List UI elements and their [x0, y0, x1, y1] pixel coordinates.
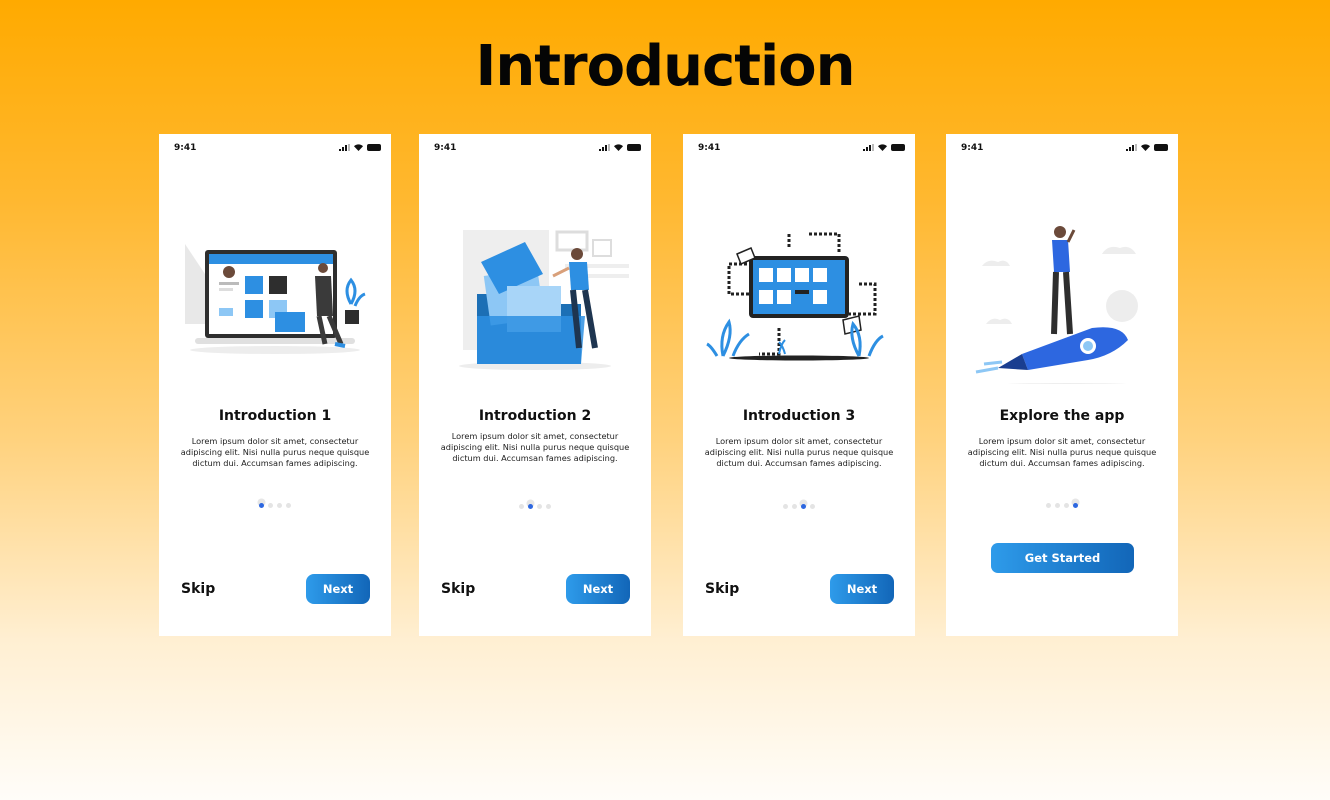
battery-icon — [367, 144, 381, 151]
page-dot — [1055, 503, 1060, 508]
phone-screen-intro-3: 9:41 Introduction 3 Lorem ipsum dolor si… — [683, 134, 915, 636]
next-button[interactable]: Next — [830, 574, 894, 604]
phone-screen-intro-1: 9:41 Introduction 1 Lorem ipsum dolor si… — [159, 134, 391, 636]
battery-icon — [1154, 144, 1168, 151]
screen-description: Lorem ipsum dolor sit amet, consectetur … — [180, 436, 370, 468]
page-indicator — [159, 503, 391, 508]
phone-screen-intro-2: 9:41 Introduction 2 Lorem ipsum dolor si… — [419, 134, 651, 636]
screen-description: Lorem ipsum dolor sit amet, consectetur … — [440, 431, 630, 463]
signal-icon — [863, 144, 874, 151]
page-dot — [537, 504, 542, 509]
status-bar: 9:41 — [683, 134, 915, 162]
next-button[interactable]: Next — [566, 574, 630, 604]
page-dot — [783, 504, 788, 509]
wifi-icon — [1141, 144, 1150, 151]
page-dot — [1046, 503, 1051, 508]
status-time: 9:41 — [698, 143, 721, 153]
wifi-icon — [614, 144, 623, 151]
screen-title: Introduction 1 — [218, 408, 332, 424]
page-indicator — [683, 504, 915, 509]
screen-title: Introduction 3 — [742, 408, 856, 424]
battery-icon — [627, 144, 641, 151]
wifi-icon — [354, 144, 363, 151]
status-bar: 9:41 — [946, 134, 1178, 162]
screen-description: Lorem ipsum dolor sit amet, consectetur … — [704, 436, 894, 468]
signal-icon — [599, 144, 610, 151]
get-started-button[interactable]: Get Started — [991, 543, 1134, 573]
battery-icon — [891, 144, 905, 151]
page-dot-active — [528, 504, 533, 509]
screen-description: Lorem ipsum dolor sit amet, consectetur … — [967, 436, 1157, 468]
page-indicator — [946, 503, 1178, 508]
skip-button[interactable]: Skip — [705, 581, 739, 597]
signal-icon — [1126, 144, 1137, 151]
signal-icon — [339, 144, 350, 151]
skip-button[interactable]: Skip — [181, 581, 215, 597]
status-bar: 9:41 — [419, 134, 651, 162]
page-dot — [792, 504, 797, 509]
skip-button[interactable]: Skip — [441, 581, 475, 597]
status-bar: 9:41 — [159, 134, 391, 162]
screen-title: Explore the app — [999, 408, 1125, 424]
status-time: 9:41 — [174, 143, 197, 153]
screen-title: Introduction 2 — [478, 408, 592, 424]
connected-window-illustration — [706, 232, 884, 361]
page-dot — [286, 503, 291, 508]
page-dot — [546, 504, 551, 509]
page-dot-active — [801, 504, 806, 509]
phone-screen-explore: 9:41 Explore the app Lorem ipsum dolor s… — [946, 134, 1178, 636]
page-dot — [1064, 503, 1069, 508]
status-time: 9:41 — [961, 143, 984, 153]
page-dot — [810, 504, 815, 509]
folder-documents-illustration — [459, 230, 629, 370]
rocket-explorer-illustration — [975, 226, 1138, 384]
page-dot-active — [1073, 503, 1078, 508]
laptop-files-illustration — [185, 244, 366, 354]
next-button[interactable]: Next — [306, 574, 370, 604]
page-dot — [268, 503, 273, 508]
wifi-icon — [878, 144, 887, 151]
page-indicator — [419, 504, 651, 509]
page-dot — [277, 503, 282, 508]
page-dot-active — [259, 503, 264, 508]
page-dot — [519, 504, 524, 509]
status-time: 9:41 — [434, 143, 457, 153]
page-title: Introduction — [475, 34, 855, 99]
